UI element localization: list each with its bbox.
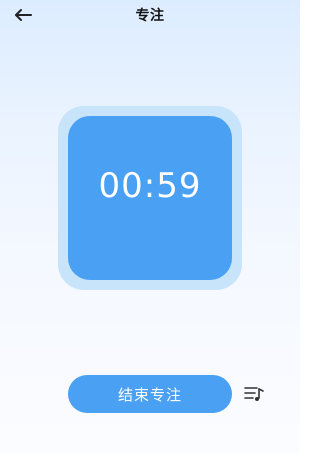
timer-display: 00:59 bbox=[98, 166, 202, 206]
page-title: 专注 bbox=[135, 8, 165, 24]
header: 专注 bbox=[0, 0, 300, 36]
timer-card: 00:59 bbox=[68, 116, 232, 280]
playlist-music-icon bbox=[244, 387, 264, 401]
end-focus-button[interactable]: 结束专注 bbox=[68, 375, 232, 413]
focus-screen: 专注 00:59 结束专注 bbox=[0, 0, 300, 454]
music-list-button[interactable] bbox=[242, 384, 266, 404]
